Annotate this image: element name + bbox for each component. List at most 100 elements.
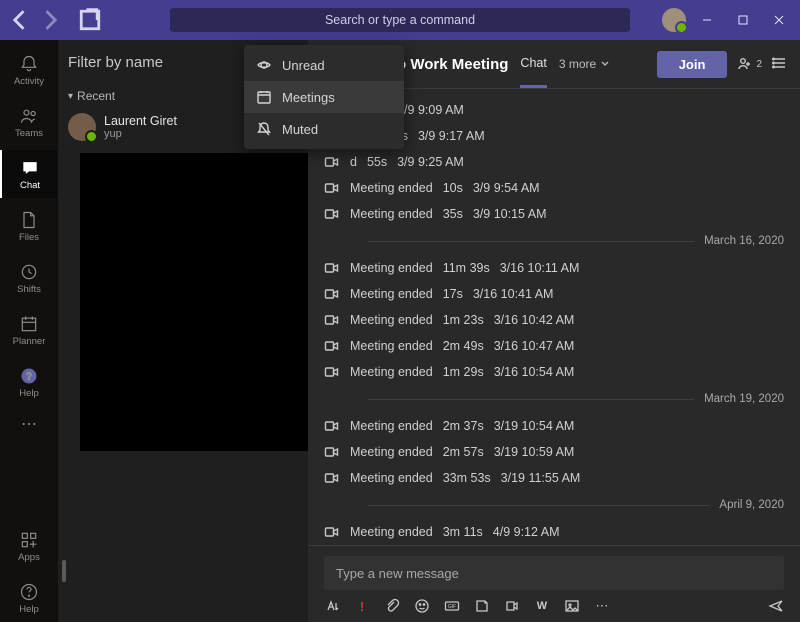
tab-more[interactable]: 3 more — [559, 57, 610, 71]
event-text: d — [350, 155, 357, 169]
rail-planner[interactable]: Planner — [0, 306, 58, 354]
priority-icon[interactable]: ! — [354, 598, 370, 614]
meeting-ended-row: Meeting ended 35s 3/9 10:15 AM — [308, 201, 800, 227]
message-input[interactable]: Type a new message — [324, 556, 784, 590]
camera-icon — [324, 154, 340, 170]
event-timestamp: 3/16 10:42 AM — [494, 313, 575, 327]
gif-icon[interactable]: GIF — [444, 598, 460, 614]
event-timestamp: 3/16 10:47 AM — [494, 339, 575, 353]
meeting-ended-row: Meeting ended 2m 49s 3/16 10:47 AM — [308, 333, 800, 359]
event-timestamp: 3/9 10:15 AM — [473, 207, 547, 221]
event-text: Meeting ended — [350, 525, 433, 539]
emoji-icon[interactable] — [414, 598, 430, 614]
event-text: Meeting ended — [350, 207, 433, 221]
list-view-button[interactable] — [772, 55, 788, 74]
chevron-down-icon: ▾ — [68, 91, 73, 102]
event-timestamp: 4/9 9:12 AM — [493, 525, 560, 539]
camera-icon — [324, 312, 340, 328]
event-timestamp: 3/16 10:11 AM — [500, 261, 580, 275]
presence-badge — [675, 21, 688, 34]
menu-muted[interactable]: Muted — [244, 113, 404, 145]
date-divider: March 19, 2020 — [308, 385, 800, 413]
rail-overflow[interactable]: ⋯ — [0, 410, 58, 438]
meeting-ended-row: Meeting ended1m 29s3/16 10:54 AM — [308, 359, 800, 385]
event-timestamp: 3/9 9:09 AM — [397, 103, 464, 117]
more-compose-icon[interactable]: ⋯ — [594, 598, 610, 614]
minimize-button[interactable] — [692, 6, 722, 34]
rail-apps[interactable]: Apps — [0, 522, 58, 570]
event-text: Meeting ended — [350, 313, 433, 327]
meetnow-icon[interactable] — [504, 598, 520, 614]
compose-toolbar: ! GIF W ⋯ — [324, 598, 784, 614]
meeting-ended-row: Meeting ended 33m 53s 3/19 11:55 AM — [308, 465, 800, 491]
event-timestamp: 3/9 9:17 AM — [418, 129, 485, 143]
profile-avatar[interactable] — [662, 8, 686, 32]
nav-forward-button[interactable] — [36, 6, 64, 34]
rail-shifts[interactable]: Shifts — [0, 254, 58, 302]
event-duration: 2m 37s — [443, 419, 484, 433]
rail-chat[interactable]: Chat — [0, 150, 58, 198]
message-feed[interactable]: d39s3/9 9:09 AMd1m 55s3/9 9:17 AMd55s3/9… — [308, 89, 800, 545]
camera-icon — [324, 338, 340, 354]
contact-name: Laurent Giret — [104, 114, 177, 128]
event-timestamp: 3/19 11:55 AM — [501, 471, 581, 485]
scrollbar-thumb[interactable] — [62, 560, 66, 582]
meeting-ended-row: d55s3/9 9:25 AM — [308, 149, 800, 175]
participants-button[interactable]: 2 — [737, 56, 762, 72]
event-timestamp: 3/16 10:41 AM — [473, 287, 554, 301]
event-timestamp: 3/19 10:59 AM — [494, 445, 575, 459]
menu-meetings[interactable]: Meetings — [244, 81, 404, 113]
close-window-button[interactable] — [764, 6, 794, 34]
image-icon[interactable] — [564, 598, 580, 614]
svg-text:GIF: GIF — [448, 604, 456, 610]
event-timestamp: 3/19 10:54 AM — [494, 419, 575, 433]
rail-teams[interactable]: Teams — [0, 98, 58, 146]
event-duration: 33m 53s — [443, 471, 491, 485]
event-duration: 35s — [443, 207, 463, 221]
camera-icon — [324, 470, 340, 486]
meeting-ended-row: Meeting ended10s3/9 9:54 AM — [308, 175, 800, 201]
filter-context-menu: Unread Meetings Muted — [244, 45, 404, 149]
date-label: March 16, 2020 — [704, 235, 784, 247]
camera-icon — [324, 206, 340, 222]
event-text: Meeting ended — [350, 365, 433, 379]
event-text: Meeting ended — [350, 339, 433, 353]
search-placeholder: Search or type a command — [325, 13, 475, 27]
menu-unread[interactable]: Unread — [244, 49, 404, 81]
event-duration: 55s — [367, 155, 387, 169]
date-divider: April 9, 2020 — [308, 491, 800, 519]
event-timestamp: 3/16 10:54 AM — [494, 365, 575, 379]
event-duration: 2m 49s — [443, 339, 484, 353]
date-divider: March 16, 2020 — [308, 227, 800, 255]
search-input[interactable]: Search or type a command — [170, 8, 630, 32]
camera-icon — [324, 524, 340, 540]
compose-area: Type a new message ! GIF W ⋯ — [308, 545, 800, 622]
event-text: Meeting ended — [350, 287, 433, 301]
rail-help-bottom[interactable]: Help — [0, 574, 58, 622]
tab-chat[interactable]: Chat — [520, 56, 546, 73]
rail-activity[interactable]: Activity — [0, 46, 58, 94]
sticker-icon[interactable] — [474, 598, 490, 614]
format-icon[interactable] — [324, 598, 340, 614]
maximize-button[interactable] — [728, 6, 758, 34]
menu-label: Muted — [282, 122, 318, 137]
event-duration: 2m 57s — [443, 445, 484, 459]
event-text: Meeting ended — [350, 261, 433, 275]
event-text: Meeting ended — [350, 471, 433, 485]
send-button[interactable] — [768, 598, 784, 614]
meeting-ended-row: Meeting ended17s3/16 10:41 AM — [308, 281, 800, 307]
redacted-block — [80, 153, 308, 451]
nav-back-button[interactable] — [6, 6, 34, 34]
filter-input[interactable]: Filter by name — [68, 54, 258, 71]
join-button[interactable]: Join — [657, 51, 728, 78]
rail-files[interactable]: Files — [0, 202, 58, 250]
camera-icon — [324, 364, 340, 380]
menu-label: Unread — [282, 58, 325, 73]
rail-help-top[interactable]: ?Help — [0, 358, 58, 406]
stream-icon[interactable]: W — [534, 598, 550, 614]
event-text: Meeting ended — [350, 445, 433, 459]
new-window-button[interactable] — [76, 6, 104, 34]
presence-badge — [85, 130, 98, 143]
attach-icon[interactable] — [384, 598, 400, 614]
camera-icon — [324, 260, 340, 276]
